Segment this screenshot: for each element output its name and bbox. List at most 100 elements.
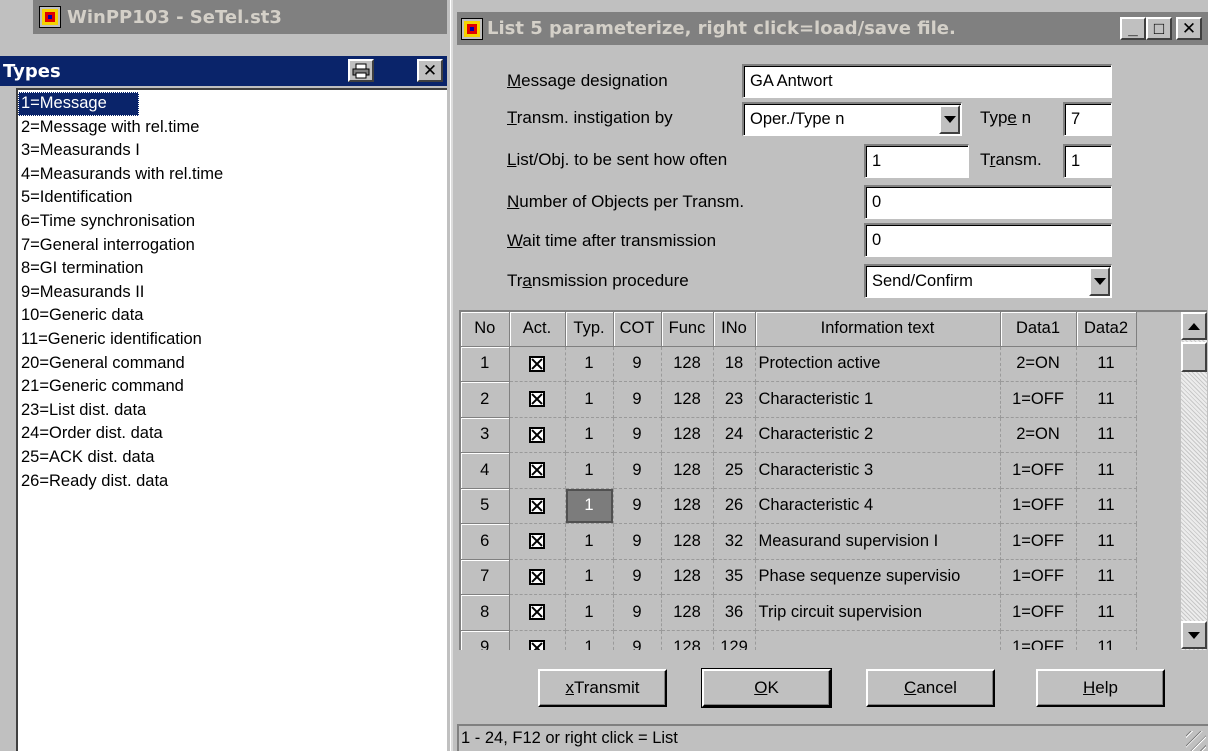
checkbox-checked-icon[interactable] (529, 533, 545, 550)
row-number[interactable]: 8 (461, 594, 510, 631)
type-list-item[interactable]: 11=Generic identification (18, 328, 447, 352)
row-number[interactable]: 4 (461, 452, 510, 489)
print-button[interactable] (348, 59, 374, 82)
cell-cot[interactable]: 9 (613, 523, 662, 560)
checkbox-checked-icon[interactable] (529, 568, 545, 585)
table-row[interactable]: 6 1 9 128 32 Measurand supervision I 1=OFF 11 (461, 523, 1137, 560)
cell-text[interactable]: Protection active (755, 346, 1001, 382)
type-n-input[interactable]: 7 (1063, 102, 1112, 136)
cell-typ[interactable]: 1 (565, 594, 614, 631)
dialog-titlebar[interactable]: List 5 parameterize, right click=load/sa… (457, 12, 1208, 45)
column-header[interactable]: COT (613, 312, 662, 347)
cell-func[interactable]: 128 (661, 488, 714, 524)
cell-cot[interactable]: 9 (613, 417, 662, 453)
type-list-item[interactable]: 10=Generic data (18, 304, 447, 328)
cell-data2[interactable]: 11 (1076, 346, 1137, 382)
checkbox-checked-icon[interactable] (529, 391, 545, 408)
list-grid[interactable]: No Act. Typ. COT Func INo Information text Data… (459, 310, 1207, 650)
objects-per-transm-input[interactable]: 0 (864, 185, 1112, 219)
table-row[interactable]: 3 1 9 128 24 Characteristic 2 2=ON 11 (461, 417, 1137, 453)
cell-func[interactable]: 128 (661, 559, 714, 595)
cell-act[interactable] (509, 523, 566, 560)
type-list-item[interactable]: 5=Identification (18, 186, 447, 210)
cell-ino[interactable]: 36 (713, 594, 756, 631)
cell-func[interactable]: 128 (661, 381, 714, 418)
cell-act[interactable] (509, 594, 566, 631)
column-header[interactable]: No (461, 312, 510, 347)
list-obj-input[interactable]: 1 (864, 144, 969, 178)
cell-data2[interactable]: 11 (1076, 559, 1137, 595)
cell-func[interactable]: 128 (661, 630, 714, 650)
cell-ino[interactable]: 18 (713, 346, 756, 382)
cell-text[interactable]: Measurand supervision I (755, 523, 1001, 560)
cell-ino[interactable]: 32 (713, 523, 756, 560)
type-list-item[interactable]: 21=Generic command (18, 375, 447, 399)
cell-text[interactable]: Characteristic 4 (755, 488, 1001, 524)
scroll-down-button[interactable] (1181, 621, 1207, 649)
column-header[interactable]: INo (713, 312, 756, 347)
table-row[interactable]: 5 1 9 128 26 Characteristic 4 1=OFF 11 (461, 488, 1137, 524)
type-list-item[interactable]: 9=Measurands II (18, 281, 447, 305)
column-header[interactable]: Func (661, 312, 714, 347)
table-row[interactable]: 1 1 9 128 18 Protection active 2=ON 11 (461, 346, 1137, 382)
cell-act[interactable] (509, 346, 566, 382)
cell-text[interactable]: Trip circuit supervision (755, 594, 1001, 631)
cell-data1[interactable]: 1=OFF (1000, 594, 1077, 631)
type-list-item[interactable]: 4=Measurands with rel.time (18, 163, 447, 187)
type-list-item[interactable]: 3=Measurands I (18, 139, 447, 163)
table-row[interactable]: 7 1 9 128 35 Phase sequenze supervisio 1=OFF 11 (461, 559, 1137, 595)
help-button[interactable]: Help (1036, 669, 1165, 707)
cell-act[interactable] (509, 381, 566, 418)
cell-func[interactable]: 128 (661, 417, 714, 453)
cell-data2[interactable]: 11 (1076, 523, 1137, 560)
cell-text[interactable]: Characteristic 2 (755, 417, 1001, 453)
cell-data1[interactable]: 1=OFF (1000, 452, 1077, 489)
type-list-item[interactable]: 6=Time synchronisation (18, 210, 447, 234)
main-window-titlebar[interactable]: WinPP103 - SeTel.st3 (33, 0, 447, 34)
cell-data2[interactable]: 11 (1076, 488, 1137, 524)
types-list[interactable]: 1=Message 2=Message with rel.time 3=Measur… (16, 88, 447, 751)
cell-typ[interactable]: 1 (565, 488, 614, 524)
table-row[interactable]: 9 1 9 128 129 1=OFF 11 (461, 630, 1137, 650)
row-number[interactable]: 2 (461, 381, 510, 418)
column-header[interactable]: Act. (509, 312, 566, 347)
cell-ino[interactable]: 35 (713, 559, 756, 595)
transm-input[interactable]: 1 (1063, 144, 1112, 178)
cell-act[interactable] (509, 417, 566, 453)
maximize-button[interactable]: □ (1146, 17, 1172, 40)
cell-typ[interactable]: 1 (565, 452, 614, 489)
checkbox-checked-icon[interactable] (529, 355, 545, 372)
cell-data1[interactable]: 1=OFF (1000, 381, 1077, 418)
cell-ino[interactable]: 24 (713, 417, 756, 453)
cell-func[interactable]: 128 (661, 346, 714, 382)
checkbox-checked-icon[interactable] (529, 639, 545, 650)
chevron-down-icon[interactable] (939, 105, 960, 134)
cell-cot[interactable]: 9 (613, 594, 662, 631)
column-header[interactable]: Information text (755, 312, 1001, 347)
cell-typ[interactable]: 1 (565, 381, 614, 418)
type-list-item[interactable]: 7=General interrogation (18, 234, 447, 258)
types-close-button[interactable]: ✕ (417, 59, 443, 82)
row-number[interactable]: 1 (461, 346, 510, 382)
cancel-button[interactable]: Cancel (866, 669, 995, 707)
table-row[interactable]: 8 1 9 128 36 Trip circuit supervision 1=OFF 11 (461, 594, 1137, 631)
type-list-item[interactable]: 25=ACK dist. data (18, 446, 447, 470)
cell-typ[interactable]: 1 (565, 346, 614, 382)
row-number[interactable]: 5 (461, 488, 510, 524)
checkbox-checked-icon[interactable] (529, 426, 545, 443)
transmit-button[interactable]: x Transmit (538, 669, 667, 707)
type-list-item[interactable]: 26=Ready dist. data (18, 470, 447, 494)
type-list-item[interactable]: 1=Message (18, 92, 139, 116)
column-header[interactable]: Data2 (1076, 312, 1137, 347)
cell-act[interactable] (509, 630, 566, 650)
cell-func[interactable]: 128 (661, 452, 714, 489)
cell-text[interactable]: Characteristic 3 (755, 452, 1001, 489)
type-list-item[interactable]: 23=List dist. data (18, 399, 447, 423)
cell-data1[interactable]: 1=OFF (1000, 488, 1077, 524)
cell-func[interactable]: 128 (661, 523, 714, 560)
table-row[interactable]: 4 1 9 128 25 Characteristic 3 1=OFF 11 (461, 452, 1137, 489)
type-list-item[interactable]: 20=General command (18, 352, 447, 376)
cell-data1[interactable]: 1=OFF (1000, 559, 1077, 595)
cell-data2[interactable]: 11 (1076, 417, 1137, 453)
cell-ino[interactable]: 23 (713, 381, 756, 418)
